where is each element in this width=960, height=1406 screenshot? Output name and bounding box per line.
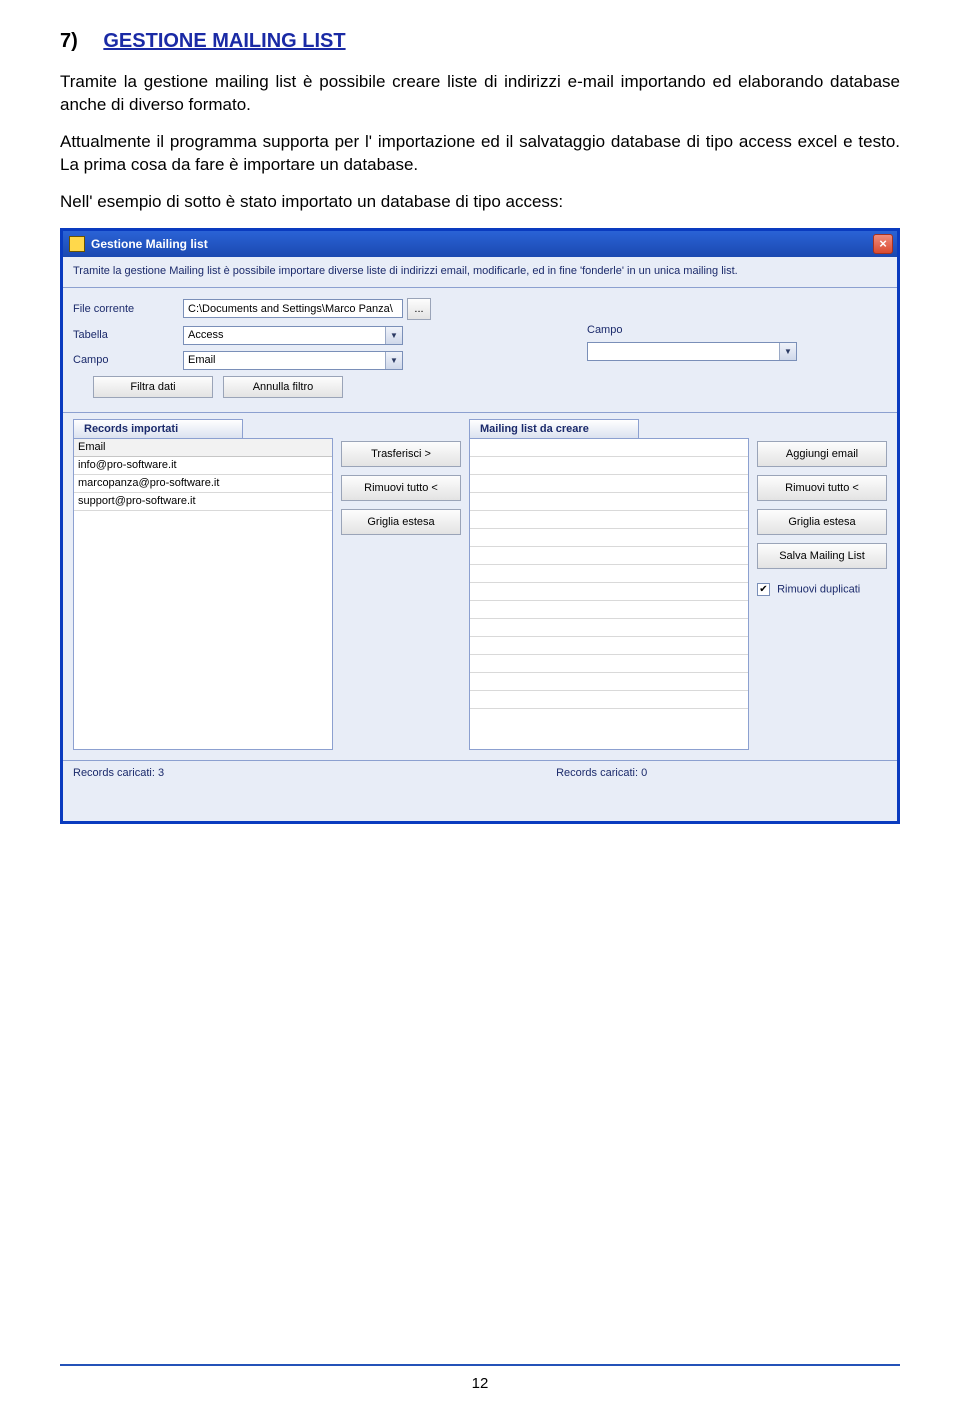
records-bar: Records caricati: 3 Records caricati: 0 bbox=[63, 761, 897, 791]
chevron-down-icon[interactable]: ▼ bbox=[385, 327, 402, 344]
label-file: File corrente bbox=[73, 303, 183, 315]
griglia-estesa-right-button[interactable]: Griglia estesa bbox=[757, 509, 887, 535]
form-panel: File corrente ... Tabella ▼ Campo ▼ Filt… bbox=[63, 287, 897, 413]
grid-row-empty bbox=[470, 529, 748, 547]
grid-row-empty bbox=[470, 655, 748, 673]
salva-mailing-list-button[interactable]: Salva Mailing List bbox=[757, 543, 887, 569]
grid-left[interactable]: Email info@pro-software.it marcopanza@pr… bbox=[73, 438, 333, 750]
campo-right-select[interactable] bbox=[587, 342, 797, 361]
grid-left-header: Email bbox=[74, 439, 332, 457]
page-number: 12 bbox=[0, 1375, 960, 1392]
records-right: Records caricati: 0 bbox=[556, 767, 647, 779]
chevron-down-icon[interactable]: ▼ bbox=[779, 343, 796, 360]
heading-title: GESTIONE MAILING LIST bbox=[103, 30, 345, 52]
griglia-estesa-button[interactable]: Griglia estesa bbox=[341, 509, 461, 535]
paragraph-1: Tramite la gestione mailing list è possi… bbox=[60, 71, 900, 117]
rimuovi-tutto-button[interactable]: Rimuovi tutto < bbox=[341, 475, 461, 501]
paragraph-2: Attualmente il programma supporta per l'… bbox=[60, 131, 900, 177]
grid-row[interactable]: support@pro-software.it bbox=[74, 493, 332, 511]
footer-divider bbox=[60, 1364, 900, 1366]
grid-row-empty bbox=[470, 637, 748, 655]
label-tabella: Tabella bbox=[73, 329, 183, 341]
aggiungi-email-button[interactable]: Aggiungi email bbox=[757, 441, 887, 467]
grid-row[interactable]: info@pro-software.it bbox=[74, 457, 332, 475]
label-campo: Campo bbox=[73, 354, 183, 366]
grid-row-empty bbox=[470, 619, 748, 637]
grid-row-empty bbox=[470, 547, 748, 565]
trasferisci-button[interactable]: Trasferisci > bbox=[341, 441, 461, 467]
grid-row-empty bbox=[470, 583, 748, 601]
records-left: Records caricati: 3 bbox=[73, 767, 164, 779]
annulla-button[interactable]: Annulla filtro bbox=[223, 376, 343, 398]
campo-select[interactable] bbox=[183, 351, 403, 370]
tab-mailing-list[interactable]: Mailing list da creare bbox=[469, 419, 639, 438]
columns-area: Records importati Email info@pro-softwar… bbox=[63, 413, 897, 761]
tabella-select[interactable] bbox=[183, 326, 403, 345]
close-button[interactable]: × bbox=[873, 234, 893, 254]
grid-row-empty bbox=[470, 439, 748, 457]
grid-row-empty bbox=[470, 475, 748, 493]
grid-row-empty bbox=[470, 691, 748, 709]
grid-row[interactable]: marcopanza@pro-software.it bbox=[74, 475, 332, 493]
grid-row-empty bbox=[470, 601, 748, 619]
checkbox-label: Rimuovi duplicati bbox=[777, 583, 860, 595]
label-campo-right: Campo bbox=[587, 324, 647, 336]
heading-number: 7) bbox=[60, 30, 78, 53]
app-icon bbox=[69, 236, 85, 252]
grid-row-empty bbox=[470, 673, 748, 691]
chevron-down-icon[interactable]: ▼ bbox=[385, 352, 402, 369]
checkbox-icon[interactable]: ✔ bbox=[757, 583, 770, 596]
titlebar: Gestione Mailing list × bbox=[63, 231, 897, 257]
app-window: Gestione Mailing list × Tramite la gesti… bbox=[60, 228, 900, 824]
grid-row-empty bbox=[470, 511, 748, 529]
window-intro: Tramite la gestione Mailing list è possi… bbox=[63, 257, 897, 287]
filtra-button[interactable]: Filtra dati bbox=[93, 376, 213, 398]
grid-right[interactable] bbox=[469, 438, 749, 750]
paragraph-3: Nell' esempio di sotto è stato importato… bbox=[60, 191, 900, 214]
rimuovi-duplicati-option[interactable]: ✔ Rimuovi duplicati bbox=[757, 583, 887, 596]
tab-records-importati[interactable]: Records importati bbox=[73, 419, 243, 438]
rimuovi-tutto-right-button[interactable]: Rimuovi tutto < bbox=[757, 475, 887, 501]
browse-button[interactable]: ... bbox=[407, 298, 431, 320]
grid-row-empty bbox=[470, 493, 748, 511]
file-input[interactable] bbox=[183, 299, 403, 318]
grid-row-empty bbox=[470, 457, 748, 475]
window-title: Gestione Mailing list bbox=[91, 237, 208, 251]
grid-row-empty bbox=[470, 565, 748, 583]
section-heading: 7) GESTIONE MAILING LIST bbox=[60, 30, 900, 53]
